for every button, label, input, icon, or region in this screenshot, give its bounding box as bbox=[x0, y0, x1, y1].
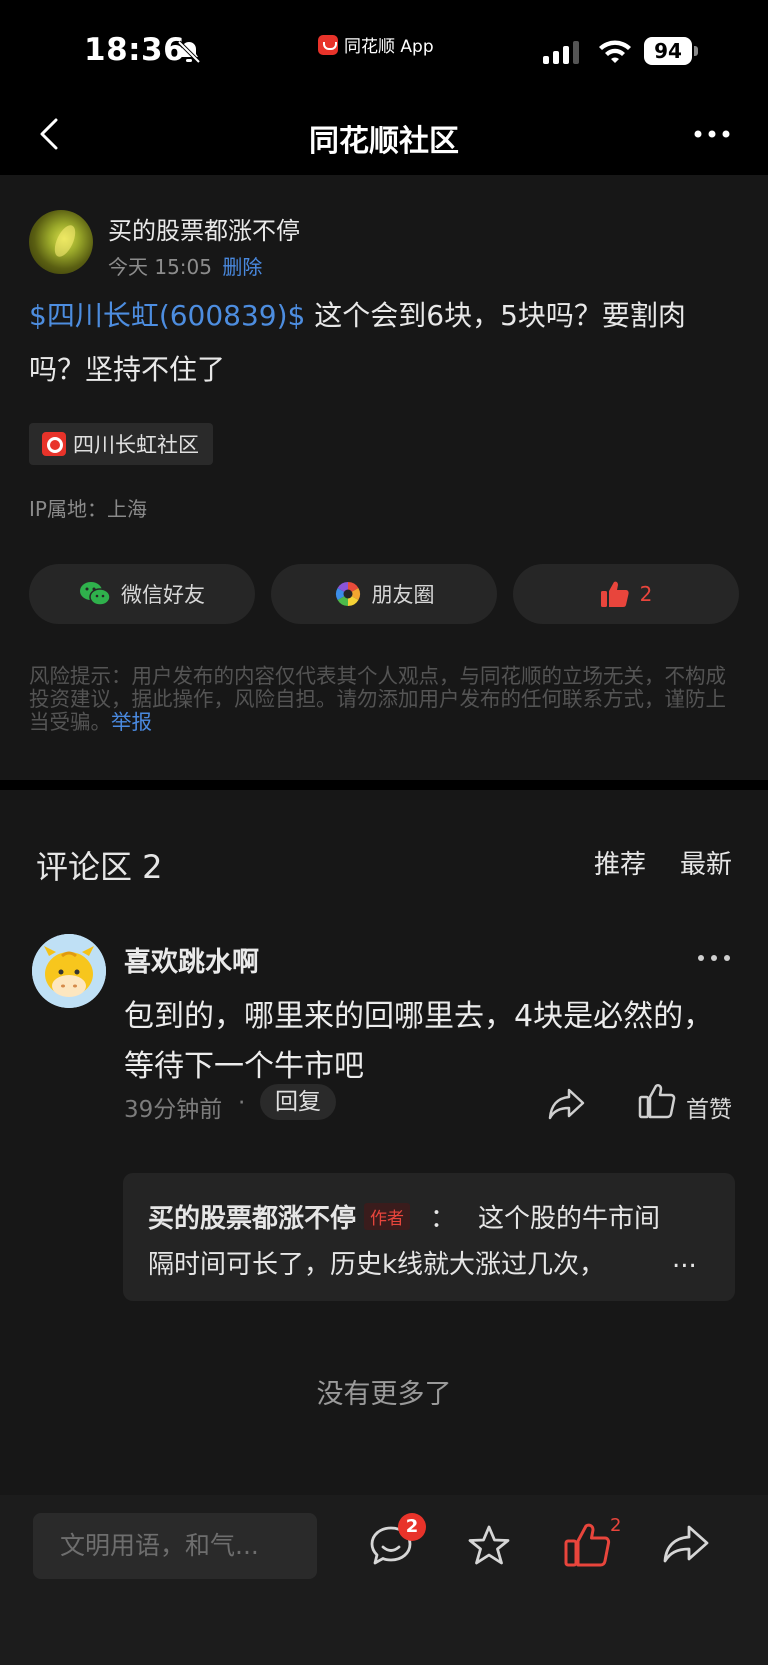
share-moments-label: 朋友圈 bbox=[371, 583, 435, 607]
share-wechat-label: 微信好友 bbox=[121, 583, 205, 607]
sort-latest-tab[interactable]: 最新 bbox=[680, 844, 732, 881]
bell-muted-icon bbox=[177, 40, 201, 64]
nested-reply-line1: 买的股票都涨不停 作者 ： 这个股的牛市间 bbox=[148, 1198, 660, 1235]
first-like-label[interactable]: 首赞 bbox=[686, 1090, 732, 1124]
community-icon bbox=[42, 432, 66, 456]
thumbs-up-icon[interactable] bbox=[563, 1521, 611, 1569]
reply-colon: ： bbox=[430, 1204, 457, 1234]
sort-recommend-tab[interactable]: 推荐 bbox=[594, 844, 646, 881]
thumbs-up-icon[interactable] bbox=[638, 1082, 676, 1120]
status-time: 18:36 bbox=[84, 32, 186, 68]
page-title: 同花顺社区 bbox=[309, 124, 459, 159]
comment-section-title: 评论区 2 bbox=[36, 848, 163, 886]
reply-text-line1: 这个股的牛市间 bbox=[478, 1204, 661, 1234]
author-avatar[interactable] bbox=[29, 210, 93, 274]
comment-more-icon[interactable] bbox=[696, 950, 732, 966]
nested-reply[interactable]: 买的股票都涨不停 作者 ： 这个股的牛市间 隔时间可长了，历史k线就大涨过几次， ..… bbox=[123, 1173, 735, 1301]
origin-app-label: 同花顺 App bbox=[344, 37, 434, 57]
report-link[interactable]: 举报 bbox=[111, 710, 152, 734]
bottom-action-bar: 文明用语，和气... 2 2 bbox=[0, 1495, 768, 1665]
post-content: $四川长虹(600839)$ 这个会到6块，5块吗？要割肉吗？坚持不住了 bbox=[29, 289, 741, 397]
community-tag[interactable]: 四川长虹社区 bbox=[29, 423, 213, 465]
stock-link[interactable]: $四川长虹(600839)$ bbox=[29, 299, 305, 332]
post-meta: 今天 15:05 删除 bbox=[108, 251, 262, 280]
comment-time: 39分钟前 bbox=[124, 1097, 223, 1123]
wifi-icon bbox=[599, 40, 631, 63]
comment-text: 包到的，哪里来的回哪里去，4块是必然的，等待下一个牛市吧 bbox=[124, 999, 714, 1084]
commenter-avatar[interactable] bbox=[32, 934, 106, 1008]
commenter-name[interactable]: 喜欢跳水啊 bbox=[124, 940, 259, 979]
reply-author-name[interactable]: 买的股票都涨不停 bbox=[148, 1204, 356, 1234]
cellular-signal-icon bbox=[543, 41, 579, 64]
moments-aperture-icon bbox=[335, 582, 360, 606]
section-divider bbox=[0, 780, 768, 790]
post-like-button[interactable]: 2 bbox=[513, 564, 739, 624]
post-like-count: 2 bbox=[639, 582, 653, 606]
battery-indicator: 94 bbox=[644, 37, 698, 65]
wechat-icon bbox=[80, 582, 111, 606]
reply-text-line2: 隔时间可长了，历史k线就大涨过几次， bbox=[148, 1250, 606, 1280]
post-time: 今天 15:05 bbox=[108, 255, 212, 279]
post-author-name[interactable]: 买的股票都涨不停 bbox=[108, 211, 300, 246]
ip-location: IP属地：上海 bbox=[29, 497, 147, 521]
separator-dot: · bbox=[238, 1090, 246, 1116]
reply-button[interactable]: 回复 bbox=[260, 1084, 336, 1120]
app-icon bbox=[318, 34, 338, 55]
comment-count-badge: 2 bbox=[398, 1513, 426, 1541]
status-bar: 18:36 同花顺 App 94 bbox=[0, 0, 768, 100]
star-icon[interactable] bbox=[466, 1523, 512, 1569]
post-card: 买的股票都涨不停 今天 15:05 删除 $四川长虹(600839)$ 这个会到… bbox=[0, 175, 768, 780]
share-arrow-icon[interactable] bbox=[547, 1086, 587, 1122]
author-badge: 作者 bbox=[364, 1203, 411, 1230]
delete-link[interactable]: 删除 bbox=[222, 255, 262, 279]
like-count-superscript: 2 bbox=[610, 1515, 622, 1536]
share-wechat-button[interactable]: 微信好友 bbox=[29, 564, 255, 624]
comment-section: 评论区 2 推荐 最新 喜欢跳水啊 包到的，哪里来的回哪里去，4块是必然的，等待… bbox=[0, 790, 768, 1495]
share-arrow-icon[interactable] bbox=[662, 1523, 710, 1567]
more-dots-icon[interactable] bbox=[692, 122, 732, 146]
comment-input[interactable]: 文明用语，和气... bbox=[33, 1513, 317, 1579]
nav-bar: 同花顺社区 bbox=[0, 100, 768, 175]
risk-notice: 风险提示：用户发布的内容仅代表其个人观点，与同花顺的立场无关，不构成投资建议，据… bbox=[29, 665, 741, 734]
community-tag-label: 四川长虹社区 bbox=[73, 433, 199, 457]
no-more-label: 没有更多了 bbox=[316, 1379, 452, 1410]
cow-avatar-icon bbox=[32, 934, 106, 1008]
thumbs-up-filled-icon bbox=[600, 581, 629, 607]
reply-ellipsis: ... bbox=[672, 1244, 697, 1274]
share-moments-button[interactable]: 朋友圈 bbox=[271, 564, 497, 624]
origin-app-link[interactable]: 同花顺 App bbox=[318, 32, 434, 57]
